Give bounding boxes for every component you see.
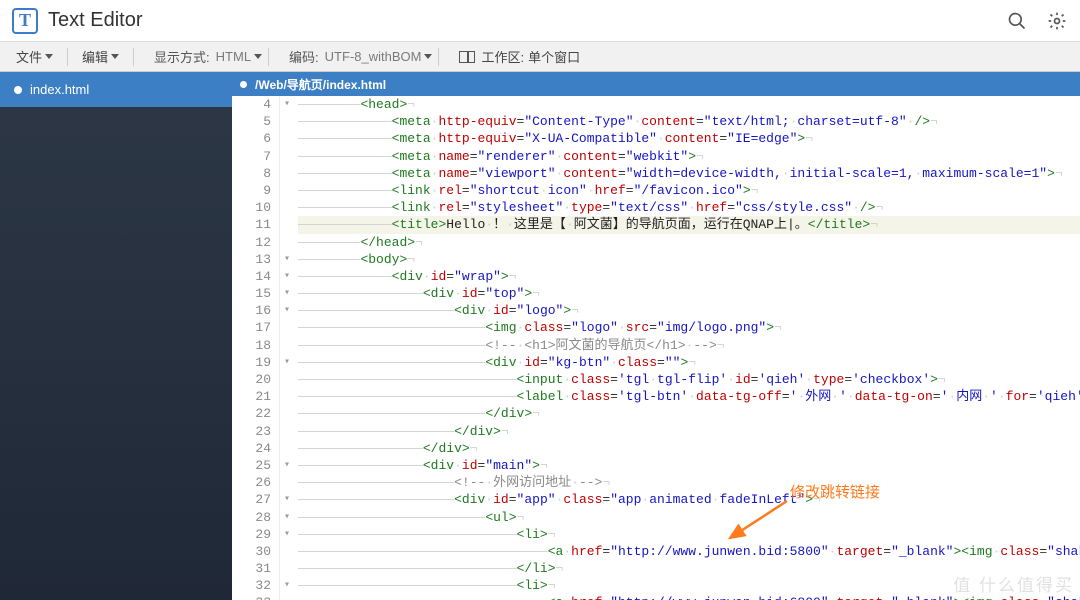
menubar: 文件 编辑 显示方式: HTML 编码: UTF-8_withBOM 工作区: … (0, 42, 1080, 72)
encoding-label: 编码: (271, 47, 325, 66)
tab-modified-dot-icon (240, 81, 247, 88)
workspace-value: 单个窗口 (524, 47, 580, 66)
display-mode-value[interactable]: HTML (216, 49, 266, 64)
gutter: 4567891011121314151617181920212223242526… (232, 96, 280, 600)
app-title: Text Editor (48, 9, 988, 32)
search-icon[interactable] (1006, 10, 1028, 32)
modified-dot-icon (14, 86, 22, 94)
sidebar-item-indexhtml[interactable]: index.html (0, 72, 232, 107)
layout-icon[interactable] (459, 51, 475, 63)
gear-icon[interactable] (1046, 10, 1068, 32)
menu-file[interactable]: 文件 (4, 47, 65, 66)
fold-column[interactable]: ▾▾▾▾▾▾▾▾▾▾▾ (280, 96, 294, 600)
file-sidebar: index.html (0, 72, 232, 600)
tab-path[interactable]: /Web/导航页/index.html (255, 76, 386, 93)
menu-edit[interactable]: 编辑 (70, 47, 131, 66)
code-area[interactable]: ————————<head>¬————————————<meta·http-eq… (294, 96, 1080, 600)
workarea: index.html /Web/导航页/index.html 456789101… (0, 72, 1080, 600)
titlebar: T Text Editor (0, 0, 1080, 42)
encoding-value[interactable]: UTF-8_withBOM (325, 49, 437, 64)
tabbar: /Web/导航页/index.html (232, 72, 1080, 96)
workspace-label: 工作区: (481, 47, 524, 66)
code-editor[interactable]: 4567891011121314151617181920212223242526… (232, 96, 1080, 600)
main-panel: /Web/导航页/index.html 45678910111213141516… (232, 72, 1080, 600)
app-icon: T (12, 8, 38, 34)
sidebar-item-label: index.html (30, 82, 89, 97)
display-mode-label: 显示方式: (136, 47, 216, 66)
